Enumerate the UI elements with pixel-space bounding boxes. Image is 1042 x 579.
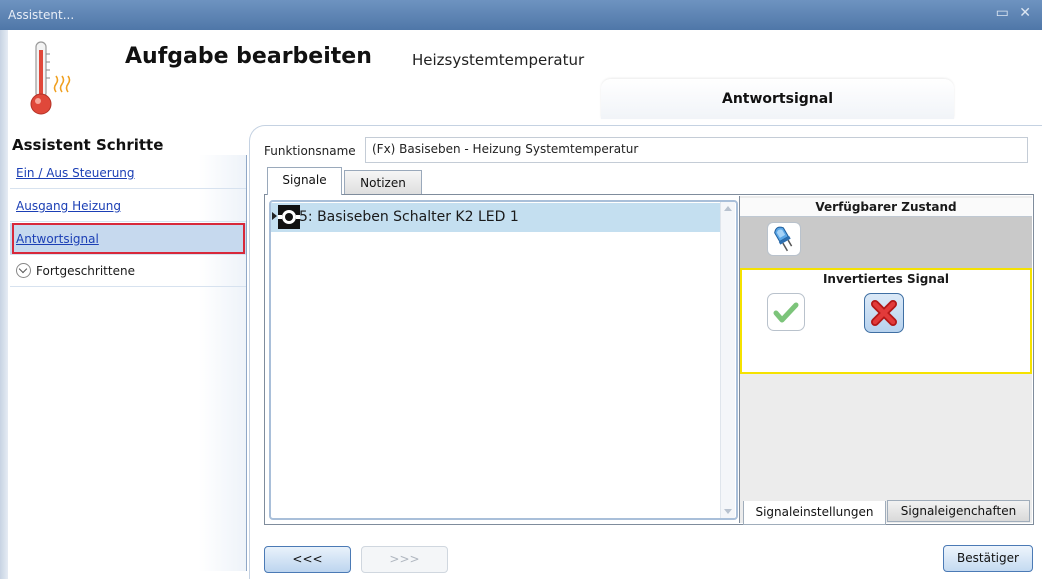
active-step-highlight — [12, 223, 245, 254]
page-title: Aufgabe bearbeiten — [125, 44, 372, 69]
tab-signale[interactable]: Signale — [267, 167, 342, 195]
scroll-down-arrow-icon[interactable] — [724, 509, 732, 514]
window-left-border — [0, 30, 8, 579]
function-name-label: Funktionsname — [264, 144, 356, 158]
function-name-input[interactable]: (Fx) Basiseben - Heizung Systemtemperatu… — [365, 137, 1028, 163]
sidebar-item-ausgang-heizung[interactable]: Ausgang Heizung — [10, 190, 246, 222]
check-icon — [773, 302, 799, 323]
inverted-signal-header: Invertiertes Signal — [822, 272, 950, 286]
led-bulb-button[interactable] — [767, 222, 801, 256]
window-controls[interactable]: ▭ ✕ — [996, 5, 1034, 21]
tab-signal-settings[interactable]: Signaleinstellungen — [743, 501, 886, 525]
thermometer-heat-icon — [24, 40, 84, 120]
back-button[interactable]: <<< — [264, 546, 351, 573]
confirm-button[interactable]: Bestätiger — [943, 545, 1033, 572]
inverted-no-button[interactable] — [864, 293, 904, 333]
window-titlebar: Assistent... ▭ ✕ — [0, 0, 1042, 30]
scroll-up-arrow-icon[interactable] — [724, 206, 732, 211]
cross-icon — [871, 300, 897, 326]
next-button[interactable]: >>> — [361, 546, 448, 573]
signal-list[interactable] — [269, 200, 738, 520]
row-selector-arrow-icon — [272, 212, 277, 220]
available-state-header: Verfügbarer Zustand — [740, 198, 1032, 217]
sidebar: Ein / Aus Steuerung Ausgang Heizung Antw… — [10, 155, 247, 571]
led-bulb-icon — [774, 226, 793, 252]
tab-notizen[interactable]: Notizen — [344, 170, 422, 196]
tab-signal-properties[interactable]: Signaleigenchaften — [887, 500, 1030, 522]
sidebar-item-fortgeschrittene[interactable]: Fortgeschrittene — [10, 255, 246, 287]
signal-list-scrollbar[interactable] — [720, 202, 735, 518]
signal-row[interactable]: 5: Basiseben Schalter K2 LED 1 — [271, 203, 720, 232]
sidebar-item-ein-aus-steuerung[interactable]: Ein / Aus Steuerung — [10, 157, 246, 189]
current-step-tab: Antwortsignal — [601, 79, 954, 119]
window-title: Assistent... — [8, 8, 75, 22]
sidebar-title: Assistent Schritte — [12, 136, 164, 154]
led-signal-icon — [278, 205, 300, 229]
inverted-yes-button[interactable] — [767, 293, 805, 331]
sidebar-item-label: Fortgeschrittene — [36, 264, 135, 278]
page-subtitle: Heizsystemtemperatur — [412, 51, 585, 69]
chevron-down-icon[interactable] — [16, 263, 31, 278]
